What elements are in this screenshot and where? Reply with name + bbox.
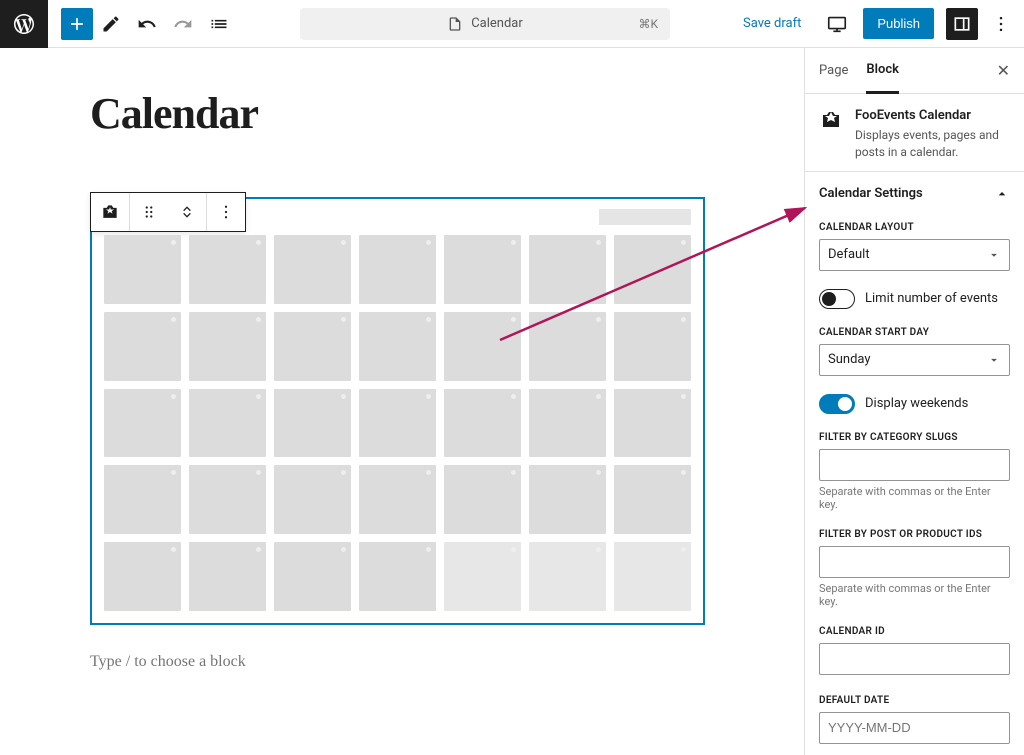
- calendar-cell: [104, 312, 181, 381]
- calendar-cell: [274, 312, 351, 381]
- label-display-weekends: Display weekends: [865, 396, 968, 411]
- calendar-cell: [359, 542, 436, 611]
- add-block-button[interactable]: [61, 8, 93, 40]
- hint-filter-ids: Separate with commas or the Enter key.: [805, 582, 1024, 616]
- edit-tool-button[interactable]: [93, 4, 129, 44]
- calendar-cell: [274, 235, 351, 304]
- list-view-button[interactable]: [201, 4, 237, 44]
- block-description: Displays events, pages and posts in a ca…: [855, 127, 1010, 161]
- calendar-cell: [529, 312, 606, 381]
- save-draft-link[interactable]: Save draft: [733, 10, 811, 37]
- section-calendar-settings[interactable]: Calendar Settings: [805, 171, 1024, 212]
- hint-filter-category: Separate with commas or the Enter key.: [805, 485, 1024, 519]
- input-default-date[interactable]: [819, 712, 1010, 744]
- calendar-cell: [274, 542, 351, 611]
- toggle-limit-events[interactable]: [819, 289, 855, 309]
- calendar-cell: [444, 542, 521, 611]
- calendar-cell: [189, 465, 266, 534]
- calendar-cell: [529, 389, 606, 458]
- block-name: FooEvents Calendar: [855, 108, 1010, 123]
- calendar-cell: [359, 235, 436, 304]
- calendar-cell: [104, 389, 181, 458]
- label-calendar-id: CALENDAR ID: [805, 626, 1024, 637]
- select-start-day[interactable]: Sunday: [819, 344, 1010, 376]
- calendar-cell: [359, 312, 436, 381]
- calendar-cell: [614, 542, 691, 611]
- calendar-cell: [529, 235, 606, 304]
- calendar-cell: [189, 312, 266, 381]
- label-filter-ids: FILTER BY POST OR PRODUCT IDS: [805, 529, 1024, 540]
- move-button[interactable]: [168, 193, 206, 231]
- calendar-cell: [444, 465, 521, 534]
- calendar-cell: [189, 235, 266, 304]
- toggle-display-weekends[interactable]: [819, 394, 855, 414]
- calendar-cell: [444, 235, 521, 304]
- calendar-grid: [104, 235, 691, 611]
- calendar-cell: [104, 235, 181, 304]
- block-appender-prompt[interactable]: Type / to choose a block: [90, 653, 754, 671]
- calendar-cell: [274, 389, 351, 458]
- block-more-button[interactable]: [207, 193, 245, 231]
- calendar-cell: [529, 465, 606, 534]
- calendar-cell: [189, 542, 266, 611]
- calendar-cell: [104, 465, 181, 534]
- publish-button[interactable]: Publish: [863, 8, 934, 39]
- calendar-cell: [444, 389, 521, 458]
- block-toolbar: [90, 192, 246, 232]
- document-title: Calendar: [471, 16, 523, 31]
- calendar-cell: [614, 389, 691, 458]
- calendar-cell: [359, 389, 436, 458]
- more-options-button[interactable]: [986, 14, 1016, 34]
- calendar-cell: [189, 389, 266, 458]
- label-start-day: CALENDAR START DAY: [805, 327, 1024, 338]
- calendar-cell: [274, 465, 351, 534]
- select-calendar-layout[interactable]: Default: [819, 239, 1010, 271]
- undo-button[interactable]: [129, 4, 165, 44]
- tab-block[interactable]: Block: [866, 48, 899, 94]
- document-title-pill[interactable]: Calendar ⌘K: [300, 8, 670, 40]
- shortcut-hint: ⌘K: [638, 17, 658, 31]
- sidebar-toggle-button[interactable]: [946, 8, 978, 40]
- calendar-cell: [614, 312, 691, 381]
- input-calendar-id[interactable]: [819, 643, 1010, 675]
- calendar-block[interactable]: [90, 197, 705, 625]
- settings-sidebar: Page Block ✕ FooEvents Calendar Displays…: [804, 48, 1024, 755]
- calendar-cell: [444, 312, 521, 381]
- block-icon: [819, 108, 843, 132]
- page-icon: [447, 16, 463, 32]
- chevron-up-icon: [994, 186, 1010, 202]
- label-calendar-layout: CALENDAR LAYOUT: [805, 222, 1024, 233]
- label-limit-events: Limit number of events: [865, 291, 998, 306]
- preview-button[interactable]: [819, 6, 855, 42]
- wp-logo[interactable]: [0, 0, 48, 48]
- block-type-button[interactable]: [91, 193, 129, 231]
- calendar-cell: [614, 235, 691, 304]
- calendar-cell: [104, 542, 181, 611]
- drag-handle[interactable]: [130, 193, 168, 231]
- chevron-down-icon: [987, 353, 1001, 367]
- input-filter-ids[interactable]: [819, 546, 1010, 578]
- label-filter-category: FILTER BY CATEGORY SLUGS: [805, 432, 1024, 443]
- calendar-cell: [614, 465, 691, 534]
- redo-button[interactable]: [165, 4, 201, 44]
- close-sidebar-button[interactable]: ✕: [997, 61, 1010, 80]
- calendar-cell: [359, 465, 436, 534]
- calendar-nav-placeholder: [599, 209, 691, 225]
- calendar-cell: [529, 542, 606, 611]
- tab-page[interactable]: Page: [819, 48, 848, 94]
- chevron-down-icon: [987, 248, 1001, 262]
- label-default-date: DEFAULT DATE: [805, 695, 1024, 706]
- input-filter-category[interactable]: [819, 449, 1010, 481]
- page-title[interactable]: Calendar: [90, 88, 754, 139]
